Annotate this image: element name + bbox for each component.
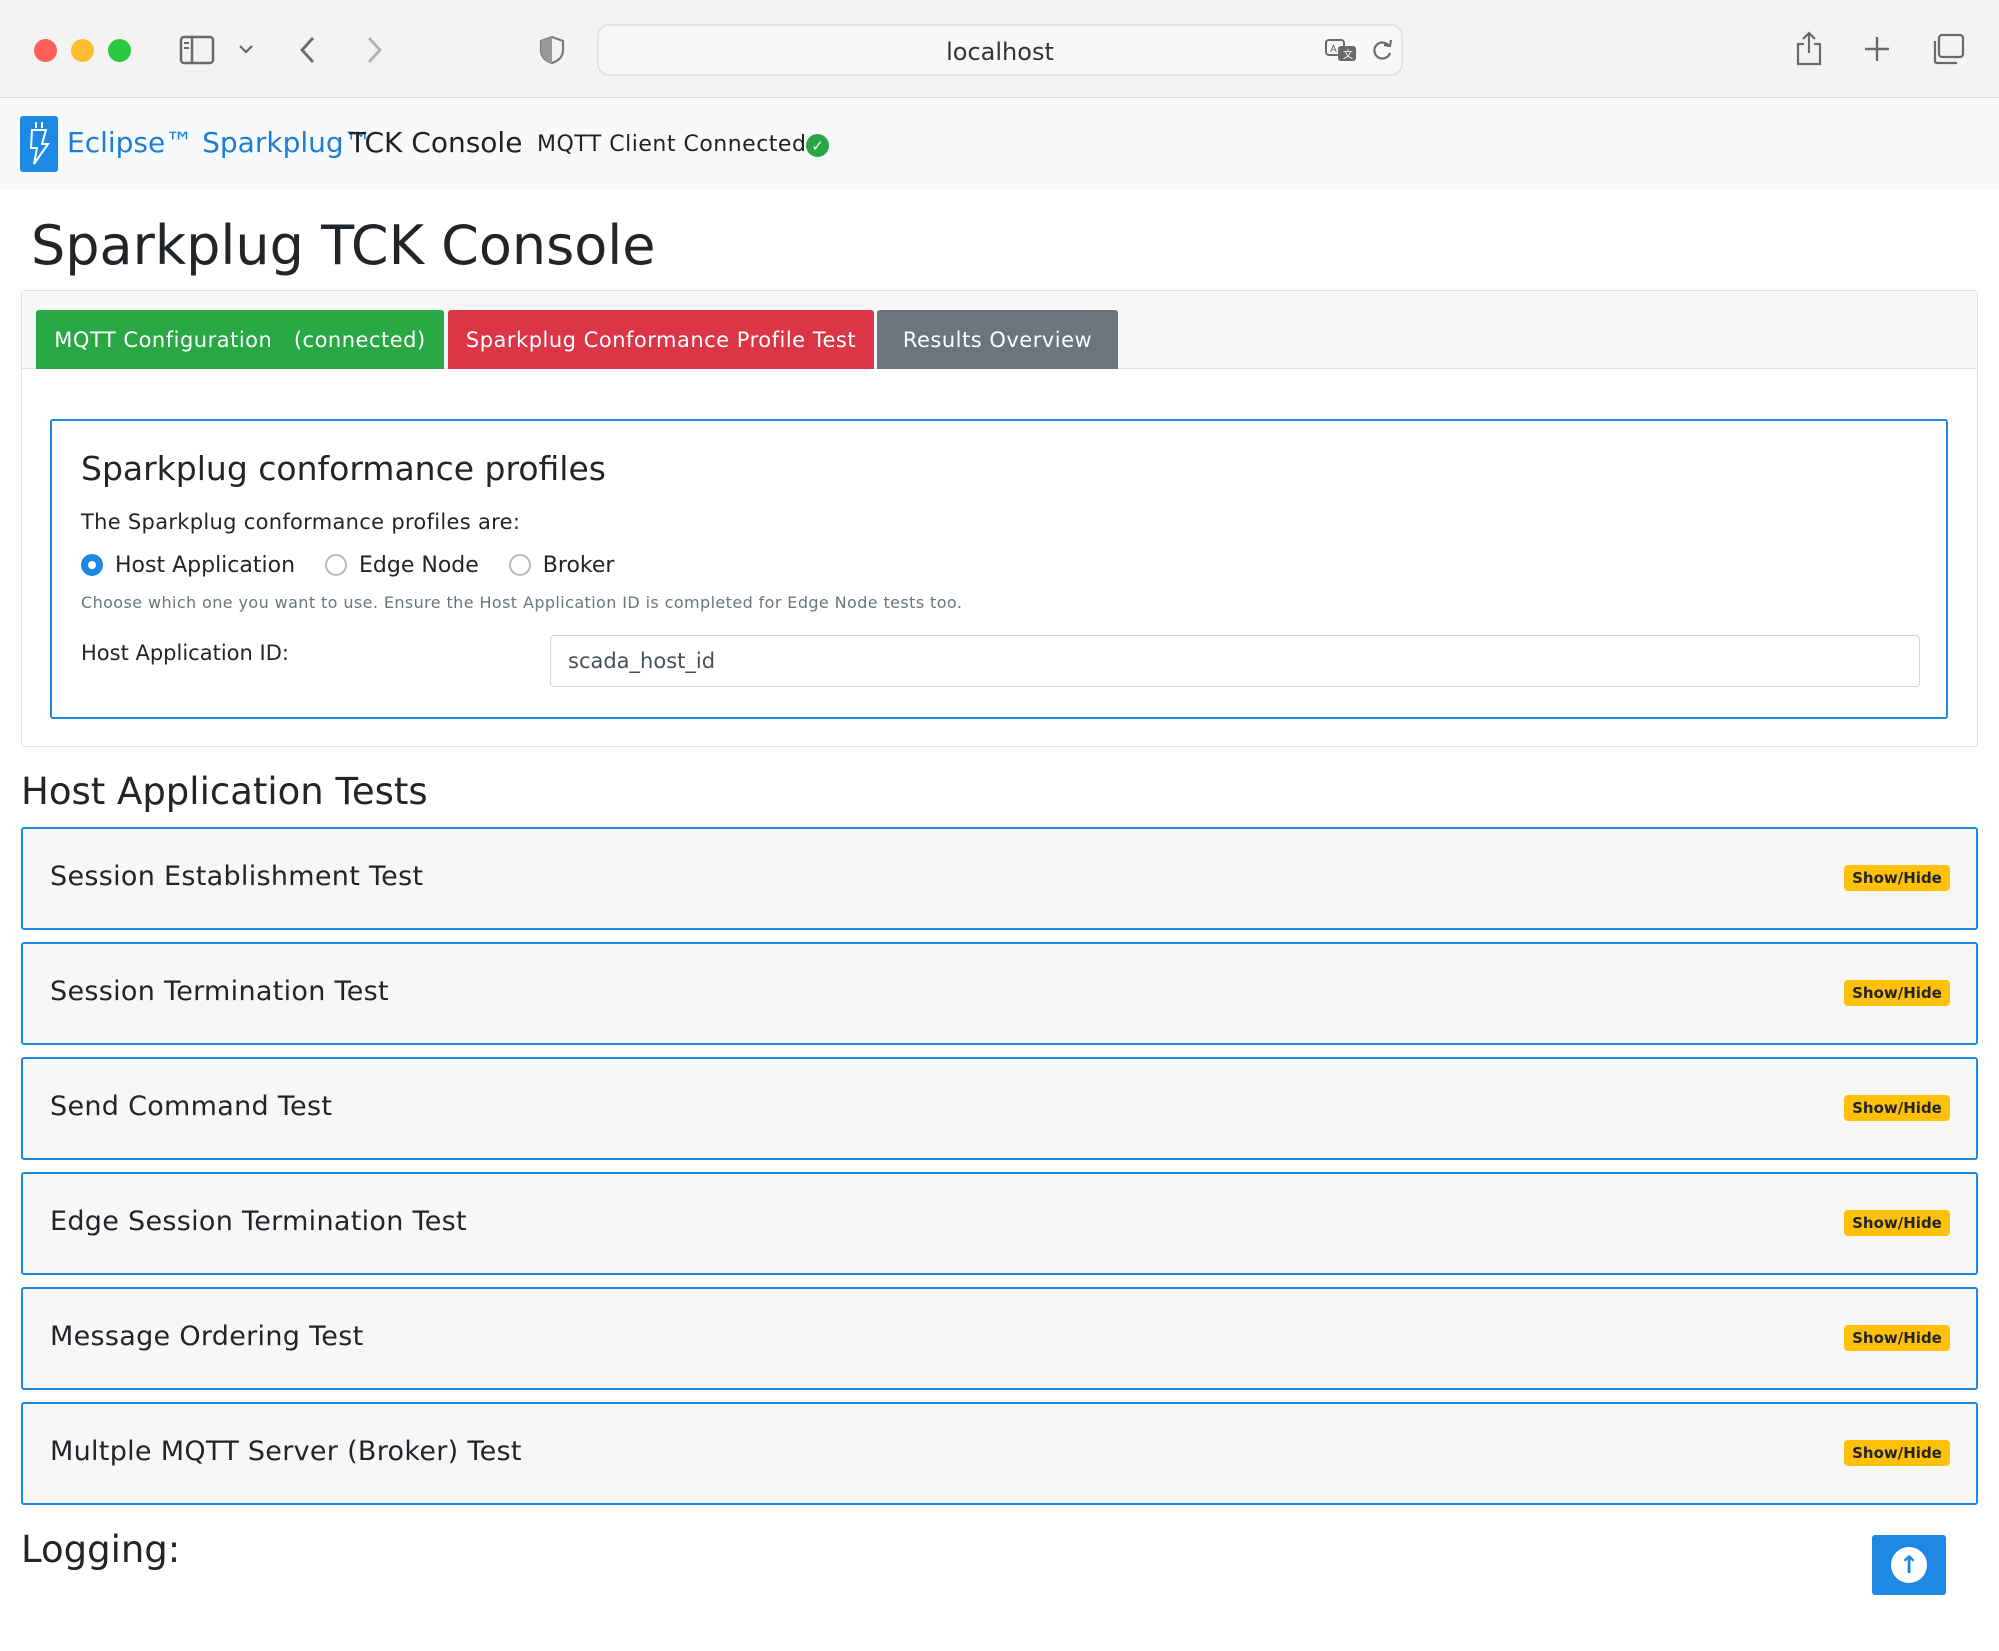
test-title: Edge Session Termination Test — [50, 1206, 467, 1237]
address-bar[interactable]: localhost A文 — [597, 24, 1403, 76]
show-hide-button[interactable]: Show/Hide — [1844, 980, 1950, 1006]
radio-label-broker[interactable]: Broker — [543, 553, 615, 578]
test-title: Send Command Test — [50, 1091, 333, 1122]
test-title: Multple MQTT Server (Broker) Test — [50, 1436, 522, 1467]
page-title: Sparkplug TCK Console — [31, 214, 656, 277]
reload-icon[interactable] — [1369, 36, 1395, 64]
browser-toolbar: localhost A文 — [0, 0, 1999, 98]
svg-text:文: 文 — [1343, 48, 1353, 61]
mqtt-status-label: MQTT Client Connected: — [537, 132, 815, 157]
connected-check-icon: ✓ — [806, 134, 829, 157]
translate-icon[interactable]: A文 — [1323, 36, 1359, 64]
show-hide-button[interactable]: Show/Hide — [1844, 1440, 1950, 1466]
radio-host-application[interactable] — [81, 554, 103, 576]
radio-broker[interactable] — [508, 554, 531, 576]
new-tab-plus-icon[interactable] — [1862, 34, 1892, 64]
tab-conformance-profile-test[interactable]: Sparkplug Conformance Profile Test — [448, 310, 874, 369]
chevron-down-icon[interactable] — [236, 38, 256, 60]
tab-overview-icon[interactable] — [1930, 32, 1966, 66]
host-application-id-label: Host Application ID: — [81, 641, 289, 665]
shield-icon[interactable] — [538, 34, 566, 66]
maximize-window-button[interactable] — [108, 39, 131, 62]
tab-mqtt-configuration[interactable]: MQTT Configuration (connected) — [36, 310, 444, 369]
scroll-to-top-button[interactable]: ↑ — [1872, 1535, 1946, 1595]
arrow-up-icon: ↑ — [1891, 1547, 1927, 1583]
logging-title: Logging: — [21, 1528, 181, 1571]
tab-results-overview[interactable]: Results Overview — [877, 310, 1118, 369]
back-arrow-icon[interactable] — [295, 32, 321, 68]
host-application-id-input[interactable] — [550, 635, 1920, 687]
close-window-button[interactable] — [34, 39, 57, 62]
conformance-profiles-panel: Sparkplug conformance profiles The Spark… — [50, 419, 1948, 719]
tabs-card: MQTT Configuration (connected) Sparkplug… — [21, 290, 1978, 747]
tests-section-title: Host Application Tests — [21, 770, 428, 813]
brand-name-link[interactable]: Eclipse™ Sparkplug™ — [67, 126, 372, 159]
test-card-send-command[interactable]: Send Command Test Show/Hide — [21, 1057, 1978, 1160]
test-card-multiple-mqtt-server[interactable]: Multple MQTT Server (Broker) Test Show/H… — [21, 1402, 1978, 1505]
show-hide-button[interactable]: Show/Hide — [1844, 1095, 1950, 1121]
test-card-message-ordering[interactable]: Message Ordering Test Show/Hide — [21, 1287, 1978, 1390]
test-card-session-termination[interactable]: Session Termination Test Show/Hide — [21, 942, 1978, 1045]
url-text: localhost — [946, 38, 1054, 66]
show-hide-button[interactable]: Show/Hide — [1844, 1210, 1950, 1236]
forward-arrow-icon[interactable] — [361, 32, 387, 68]
test-title: Session Termination Test — [50, 976, 389, 1007]
profiles-subtitle: The Sparkplug conformance profiles are: — [81, 510, 521, 534]
share-icon[interactable] — [1794, 28, 1824, 68]
radio-edge-node[interactable] — [325, 554, 348, 576]
test-card-edge-session-termination[interactable]: Edge Session Termination Test Show/Hide — [21, 1172, 1978, 1275]
test-card-session-establishment[interactable]: Session Establishment Test Show/Hide — [21, 827, 1978, 930]
test-title: Session Establishment Test — [50, 861, 424, 892]
sparkplug-logo-icon[interactable] — [20, 116, 58, 172]
show-hide-button[interactable]: Show/Hide — [1844, 865, 1950, 891]
radio-label-host-application[interactable]: Host Application — [115, 553, 295, 578]
profile-hint-text: Choose which one you want to use. Ensure… — [81, 593, 963, 612]
profiles-title: Sparkplug conformance profiles — [81, 449, 606, 488]
show-hide-button[interactable]: Show/Hide — [1844, 1325, 1950, 1351]
app-navbar: Eclipse™ Sparkplug™ TCK Console MQTT Cli… — [0, 98, 1999, 190]
profile-radio-group: Host Application Edge Node Broker — [81, 551, 644, 579]
radio-label-edge-node[interactable]: Edge Node — [359, 553, 479, 578]
sidebar-toggle-icon[interactable] — [178, 34, 216, 66]
test-title: Message Ordering Test — [50, 1321, 364, 1352]
svg-text:A: A — [1330, 44, 1337, 55]
minimize-window-button[interactable] — [71, 39, 94, 62]
brand-console-label[interactable]: TCK Console — [349, 126, 522, 159]
